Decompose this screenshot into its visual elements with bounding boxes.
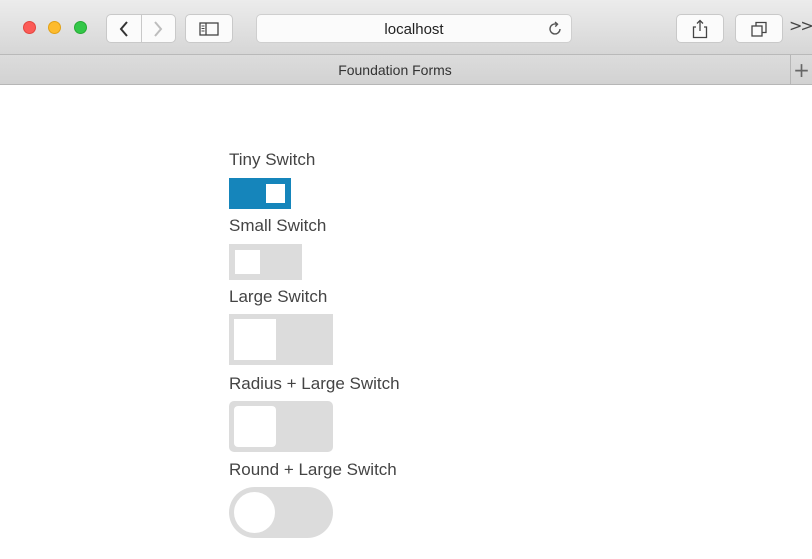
share-button[interactable] [676,14,724,43]
browser-toolbar: localhost >> [0,0,812,55]
small-switch[interactable] [229,244,302,280]
tiny-switch-label: Tiny Switch [229,150,316,169]
large-switch-field: Large Switch [229,287,333,365]
forward-button[interactable] [140,15,175,42]
large-switch[interactable] [229,314,333,365]
tiny-switch-field: Tiny Switch [229,150,316,209]
tab-bar: Foundation Forms + [0,55,812,85]
back-button[interactable] [107,15,141,42]
show-tabs-button[interactable] [735,14,783,43]
round-large-switch-label: Round + Large Switch [229,460,397,479]
switch-paddle [234,319,276,360]
switch-paddle [266,184,285,203]
close-window-button[interactable] [23,21,36,34]
chevron-left-icon [119,20,128,37]
small-switch-label: Small Switch [229,216,327,235]
sidebar-toggle-button[interactable] [185,14,233,43]
radius-large-switch-label: Radius + Large Switch [229,374,400,393]
radius-large-switch-field: Radius + Large Switch [229,374,400,452]
large-switch-label: Large Switch [229,287,328,306]
round-large-switch-field: Round + Large Switch [229,460,397,538]
switch-paddle [234,406,276,447]
toolbar-overflow-button[interactable]: >> [789,16,812,35]
minimize-window-button[interactable] [48,21,61,34]
tiny-switch[interactable] [229,178,291,209]
chevron-right-icon [154,20,163,37]
round-large-switch[interactable] [229,487,333,538]
small-switch-field: Small Switch [229,216,327,280]
sidebar-icon [199,21,219,36]
page-content: Tiny Switch Small Switch Large Switch Ra… [0,86,812,559]
switch-paddle [235,250,260,274]
address-text: localhost [384,21,444,38]
address-bar[interactable]: localhost [256,14,572,43]
maximize-window-button[interactable] [74,21,87,34]
reload-icon[interactable] [547,21,563,37]
tabs-overview-icon [751,21,767,37]
radius-large-switch[interactable] [229,401,333,452]
switch-paddle [234,492,275,533]
share-icon [692,19,708,38]
tab-active[interactable]: Foundation Forms [0,62,790,78]
new-tab-button[interactable]: + [790,55,812,85]
navigation-buttons [106,14,176,43]
